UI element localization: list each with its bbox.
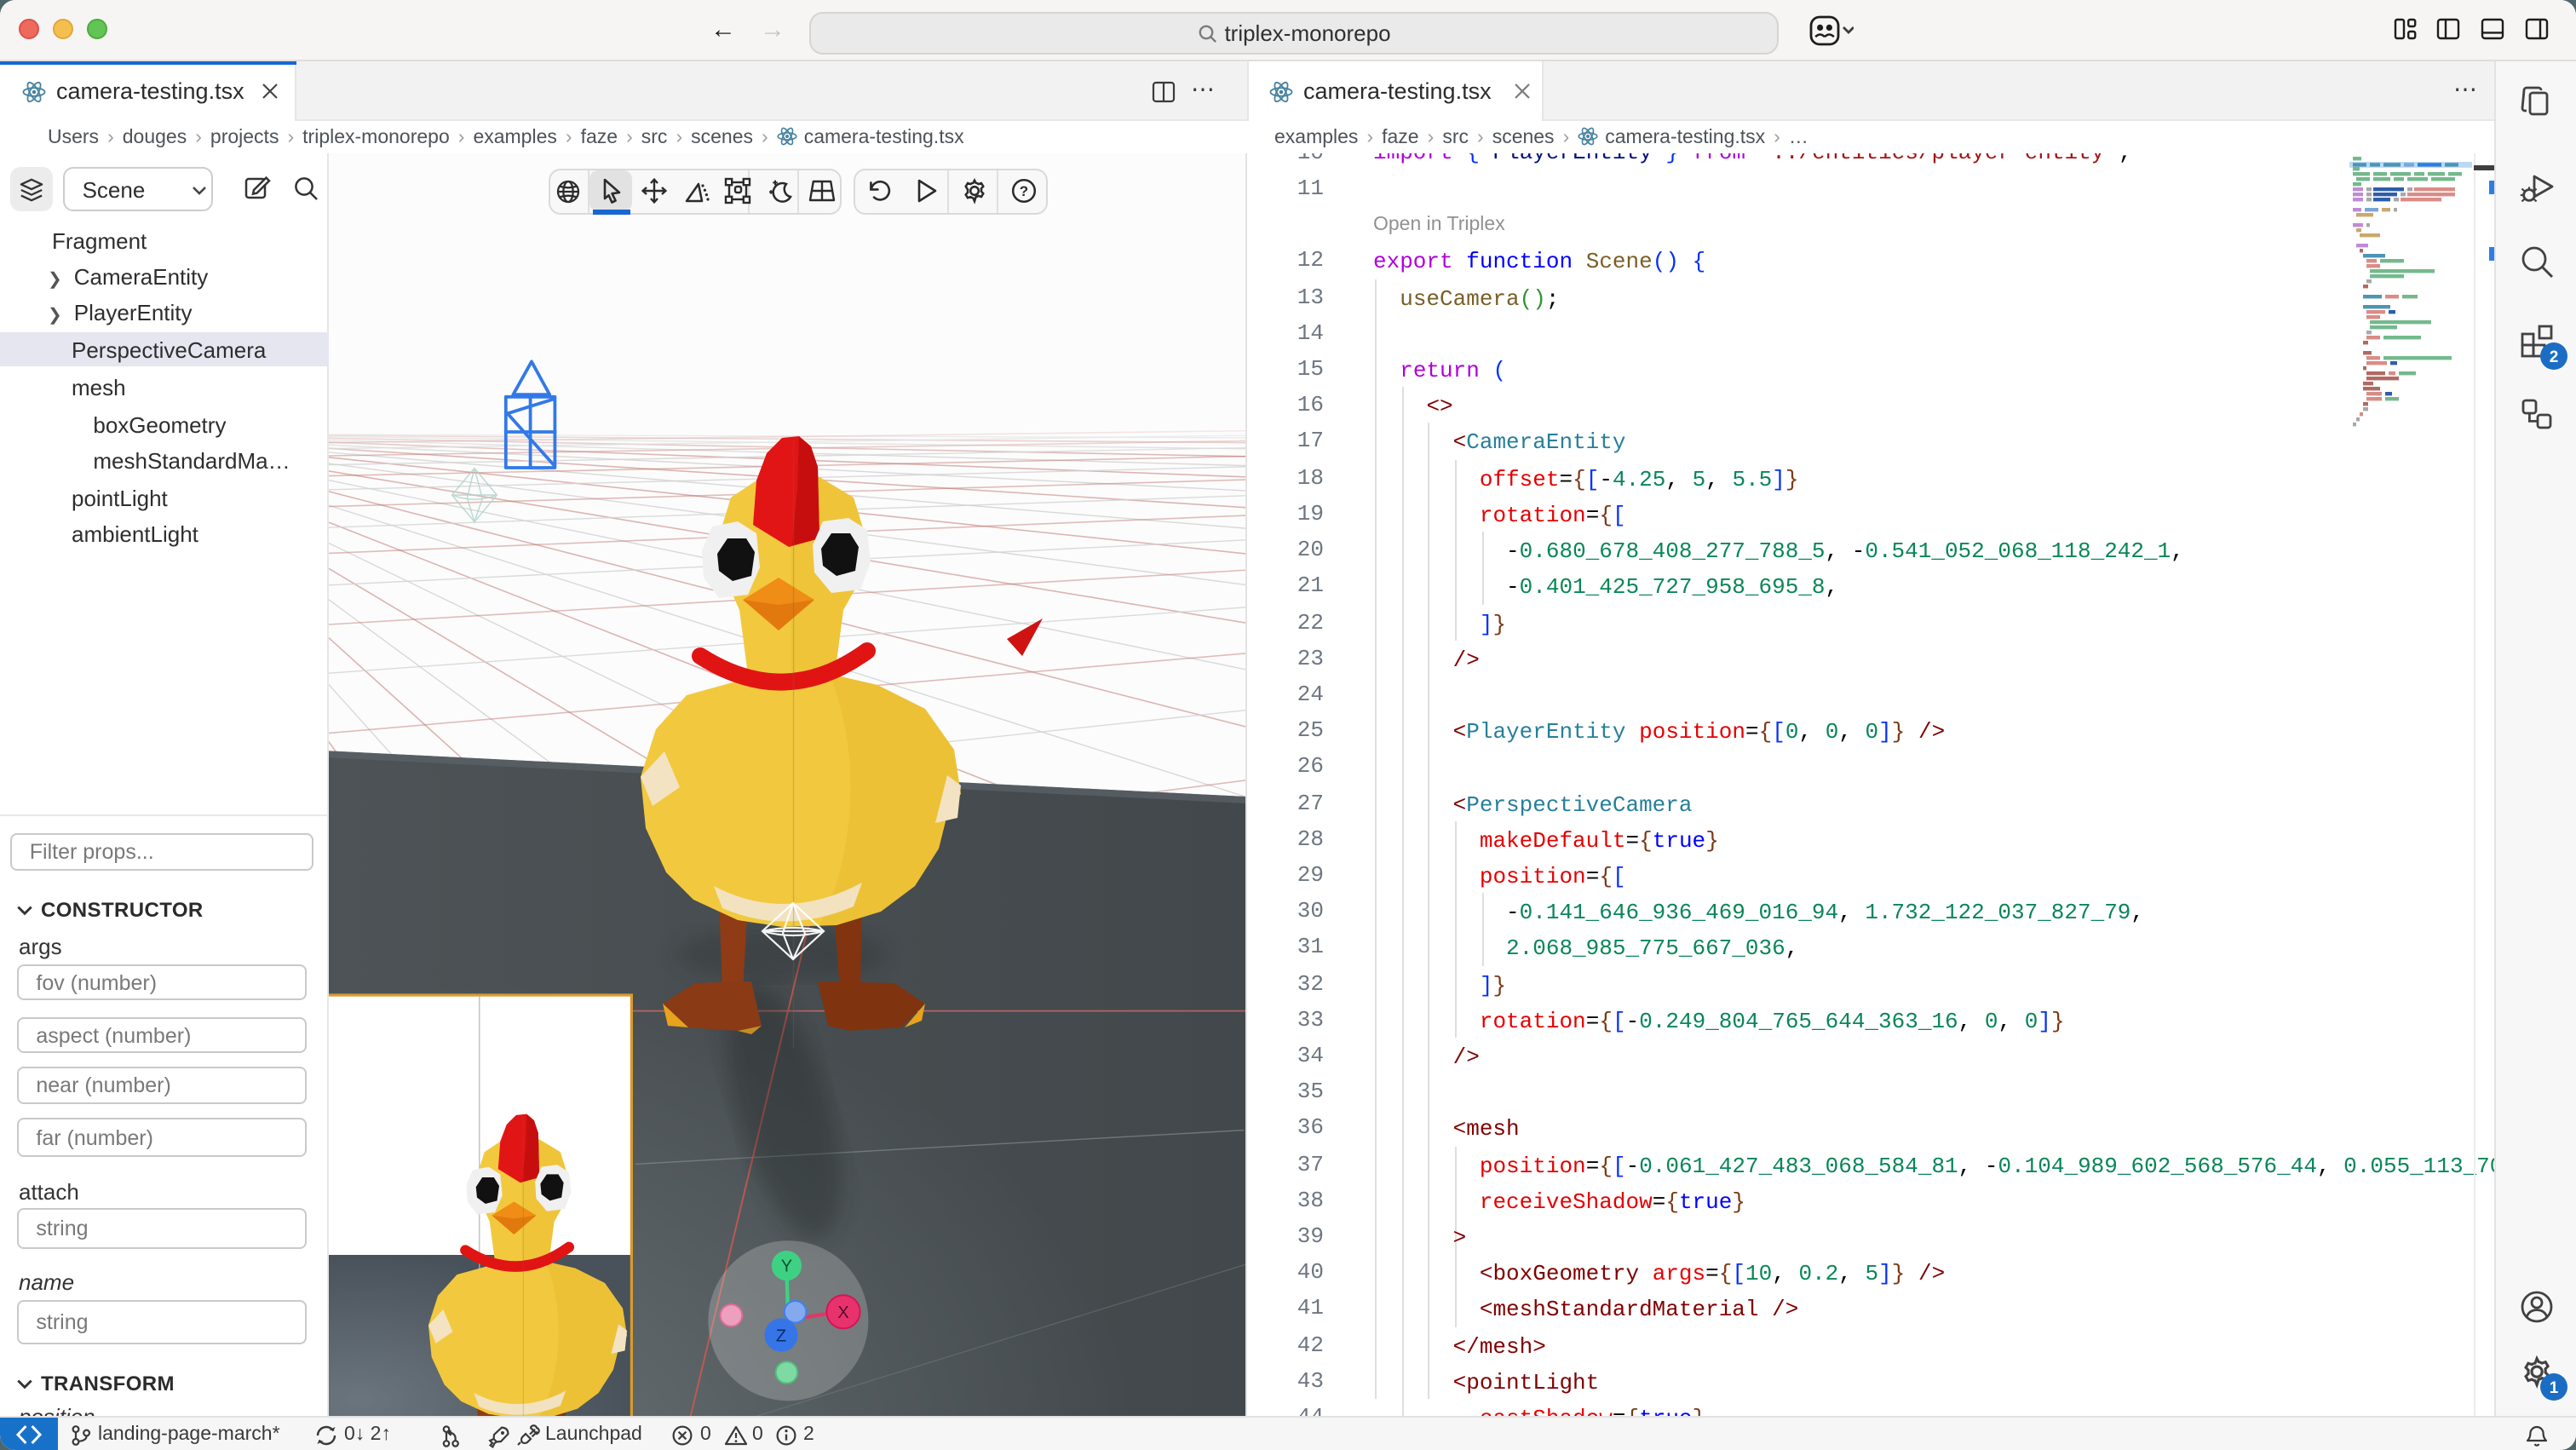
svg-text:Y: Y <box>780 1257 791 1275</box>
svg-text:?: ? <box>1019 183 1027 199</box>
svg-text:1: 1 <box>2549 1378 2558 1396</box>
svg-text:Z: Z <box>775 1326 785 1344</box>
svg-text:X: X <box>837 1303 848 1321</box>
svg-text:2: 2 <box>2549 348 2558 365</box>
